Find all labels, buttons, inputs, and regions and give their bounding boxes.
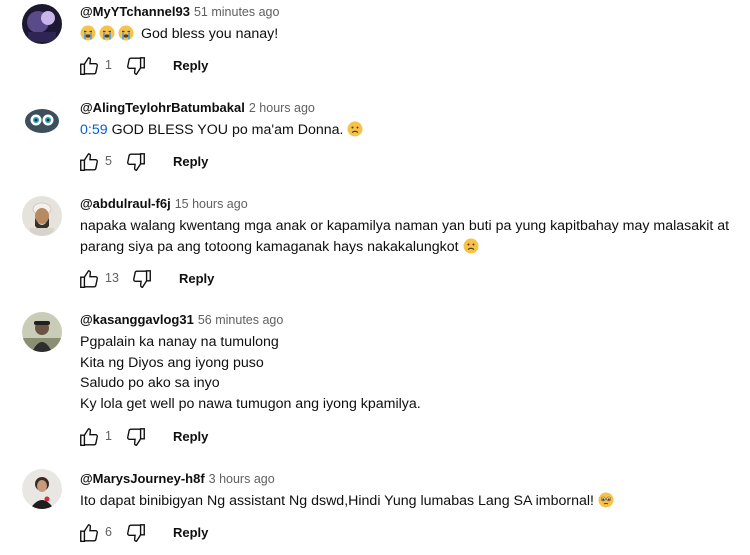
thumbs-up-icon[interactable] xyxy=(78,55,100,77)
comment-text: parang siya pa ang totoong kamaganak hay… xyxy=(80,238,459,255)
comment-text-line: Saludo po ako sa inyo xyxy=(80,375,220,392)
comment-time[interactable]: 56 minutes ago xyxy=(198,313,283,327)
comment-time[interactable]: 2 hours ago xyxy=(249,101,315,115)
comment-author[interactable]: @MarysJourney-h8f xyxy=(80,471,205,486)
thumbs-up-icon[interactable] xyxy=(78,151,100,173)
comment-thread: @abdulraul-f6j 15 hours ago napaka walang… xyxy=(0,192,750,308)
comment-thread: @MyYTchannel93 51 minutes ago God bless y… xyxy=(0,0,750,96)
avatar[interactable] xyxy=(22,469,62,509)
thumbs-down-icon[interactable] xyxy=(125,151,147,173)
like-count: 6 xyxy=(105,525,112,539)
comment-author[interactable]: @abdulraul-f6j xyxy=(80,196,171,211)
comment-text-block: God bless you nanay! xyxy=(80,24,740,45)
comment-author[interactable]: @kasanggavlog31 xyxy=(80,312,194,327)
thumbs-up-icon[interactable] xyxy=(78,522,100,544)
comment-time[interactable]: 15 hours ago xyxy=(175,197,248,211)
comment-text-block: Pgpalain ka nanay na tumulong Kita ng Di… xyxy=(80,332,740,414)
thumbs-down-icon[interactable] xyxy=(125,426,147,448)
comment-text: Ito dapat binibigyan Ng assistant Ng dsw… xyxy=(80,493,594,509)
sob-emoji-icon xyxy=(118,25,134,41)
thumbs-down-icon[interactable] xyxy=(125,55,147,77)
comment-thread: @kasanggavlog31 56 minutes ago Pgpalain k… xyxy=(0,308,750,463)
like-count: 1 xyxy=(105,58,112,72)
reply-button[interactable]: Reply xyxy=(173,525,208,540)
avatar[interactable] xyxy=(22,196,62,236)
sob-emoji-icon xyxy=(80,25,96,41)
comment-time[interactable]: 51 minutes ago xyxy=(194,5,279,19)
comment-author[interactable]: @MyYTchannel93 xyxy=(80,4,190,19)
reply-button[interactable]: Reply xyxy=(179,271,214,286)
comment-text: GOD BLESS YOU po ma'am Donna. xyxy=(111,122,344,138)
comment-text-line: napaka walang kwentang mga anak or kapam… xyxy=(80,218,730,234)
avatar[interactable] xyxy=(22,4,62,44)
sad-emoji-icon xyxy=(347,121,363,137)
sad-emoji-icon xyxy=(463,238,479,254)
thumbs-down-icon[interactable] xyxy=(125,522,147,544)
like-count: 1 xyxy=(105,429,112,443)
comment-text-line: Pgpalain ka nanay na tumulong xyxy=(80,334,279,350)
avatar[interactable] xyxy=(22,312,62,352)
like-count: 13 xyxy=(105,271,119,285)
comment-text-block: 0:59 GOD BLESS YOU po ma'am Donna. xyxy=(80,120,740,141)
avatar[interactable] xyxy=(22,100,62,140)
timestamp-link[interactable]: 0:59 xyxy=(80,122,108,138)
reply-button[interactable]: Reply xyxy=(173,429,208,444)
comment-thread: @AlingTeylohrBatumbakal 2 hours ago 0:59 … xyxy=(0,96,750,192)
comment-text-block: Ito dapat binibigyan Ng assistant Ng dsw… xyxy=(80,491,740,512)
reply-button[interactable]: Reply xyxy=(173,58,208,73)
comment-text: God bless you nanay! xyxy=(140,26,279,42)
comment-text-block: napaka walang kwentang mga anak or kapam… xyxy=(80,216,740,257)
thumbs-up-icon[interactable] xyxy=(78,426,100,448)
like-count: 5 xyxy=(105,154,112,168)
reply-button[interactable]: Reply xyxy=(173,154,208,169)
thumbs-up-icon[interactable] xyxy=(78,268,100,290)
sob-emoji-icon xyxy=(99,25,115,41)
comment-text-line: Ky lola get well po nawa tumugon ang iyo… xyxy=(80,395,421,412)
comment-thread: @MarysJourney-h8f 3 hours ago Ito dapat b… xyxy=(0,463,750,555)
comment-text-line: Kita ng Diyos ang iyong puso xyxy=(80,354,264,371)
comment-text-line: parang siya pa ang totoong kamaganak hay… xyxy=(80,237,740,258)
pleading-emoji-icon xyxy=(598,492,614,508)
comment-author[interactable]: @AlingTeylohrBatumbakal xyxy=(80,100,245,115)
comment-time[interactable]: 3 hours ago xyxy=(209,472,275,486)
thumbs-down-icon[interactable] xyxy=(131,268,153,290)
